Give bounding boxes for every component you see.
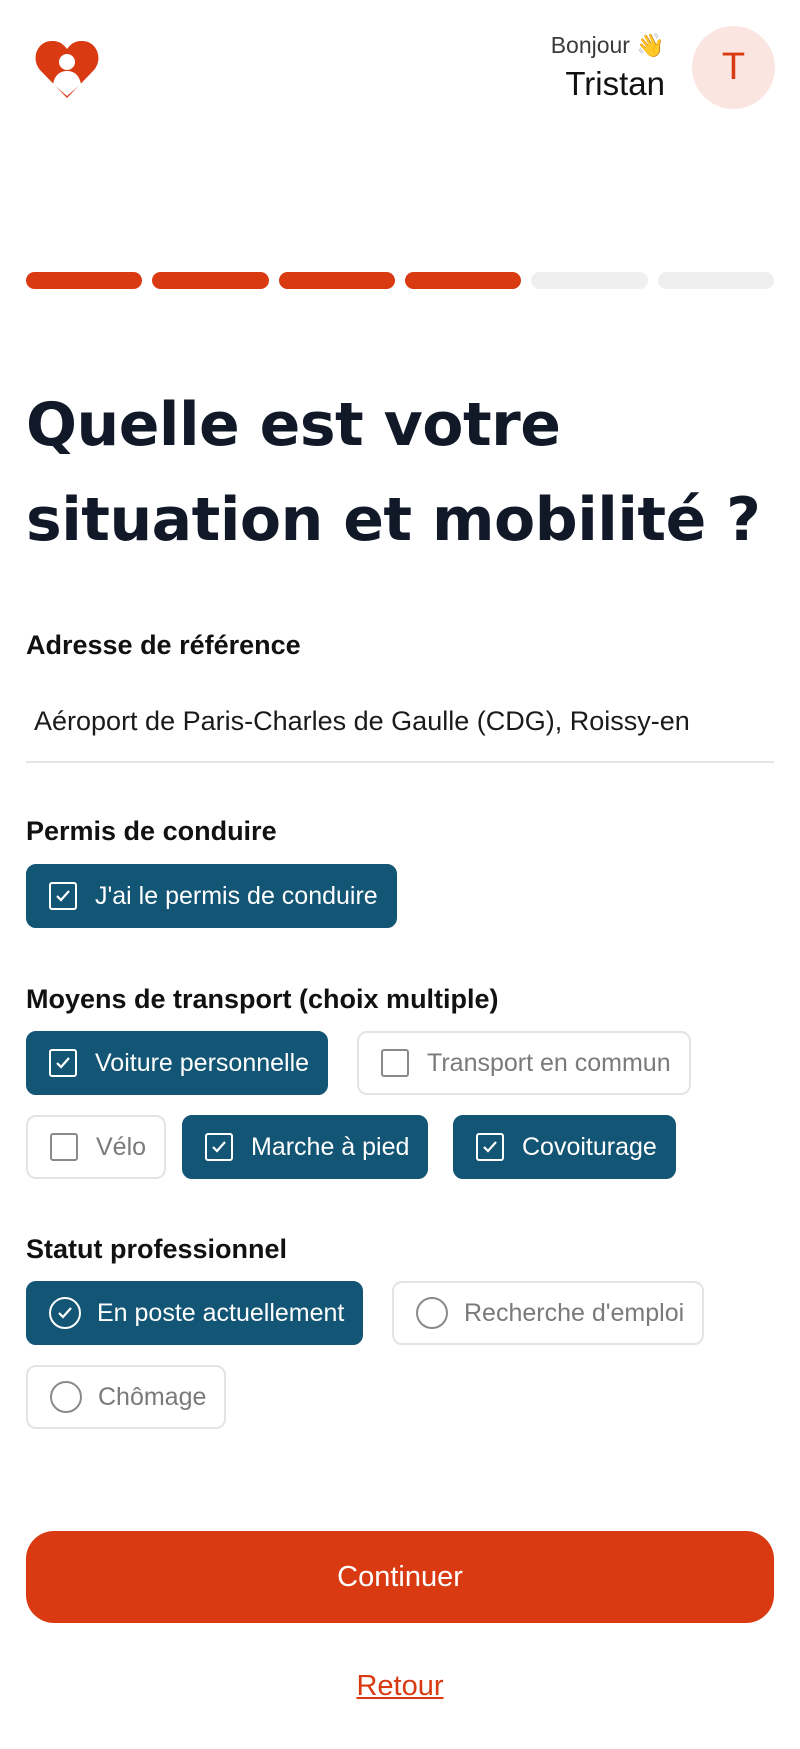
- continue-button[interactable]: Continuer: [26, 1531, 774, 1623]
- transport-option-bike[interactable]: Vélo: [26, 1115, 167, 1179]
- transport-option-label: Marche à pied: [251, 1132, 410, 1161]
- address-label: Adresse de référence: [26, 630, 301, 660]
- page-title: Quelle est votre situation et mobilité ?: [26, 390, 761, 555]
- step-progress: [26, 272, 774, 289]
- transport-option-car[interactable]: Voiture personnelle: [26, 1031, 329, 1095]
- transport-option-public[interactable]: Transport en commun: [357, 1031, 691, 1095]
- status-option-job-search[interactable]: Recherche d'emploi: [392, 1281, 705, 1345]
- progress-step-4: [404, 272, 522, 289]
- header: Bonjour 👋 Tristan T: [0, 0, 800, 130]
- transport-option-walk[interactable]: Marche à pied: [182, 1115, 429, 1179]
- avatar[interactable]: T: [692, 26, 775, 109]
- radio-checked-icon: [49, 1297, 81, 1329]
- status-option-label: En poste actuellement: [97, 1298, 345, 1327]
- progress-step-6: [657, 272, 774, 289]
- progress-step-3: [278, 272, 395, 289]
- transport-option-label: Transport en commun: [427, 1048, 671, 1077]
- checkbox-checked-icon: [49, 882, 77, 910]
- status-label: Statut professionnel: [26, 1234, 288, 1264]
- checkbox-unchecked-icon: [381, 1049, 409, 1077]
- checkbox-checked-icon: [49, 1049, 77, 1077]
- license-label: Permis de conduire: [26, 816, 277, 846]
- status-option-unemployed[interactable]: Chômage: [26, 1365, 227, 1429]
- checkbox-checked-icon: [205, 1133, 233, 1161]
- back-link[interactable]: Retour: [0, 1670, 800, 1703]
- license-option-label: J'ai le permis de conduire: [95, 881, 378, 910]
- greeting-text: Bonjour 👋: [550, 32, 665, 58]
- progress-step-5: [531, 272, 648, 289]
- checkbox-checked-icon: [476, 1133, 504, 1161]
- transport-option-label: Vélo: [96, 1132, 147, 1161]
- greeting: Bonjour 👋 Tristan: [551, 32, 665, 103]
- address-field[interactable]: Aéroport de Paris-Charles de Gaulle (CDG…: [26, 695, 774, 763]
- checkbox-unchecked-icon: [50, 1133, 78, 1161]
- license-checkbox[interactable]: J'ai le permis de conduire: [26, 864, 397, 928]
- transport-option-carpool[interactable]: Covoiturage: [453, 1115, 676, 1179]
- transport-option-label: Voiture personnelle: [95, 1048, 310, 1077]
- radio-unchecked-icon: [416, 1297, 448, 1329]
- heart-logo-icon[interactable]: [34, 38, 100, 100]
- progress-step-1: [26, 272, 143, 289]
- status-option-label: Recherche d'emploi: [464, 1298, 685, 1327]
- transport-label: Moyens de transport (choix multiple): [26, 984, 499, 1014]
- user-name: Tristan: [565, 65, 665, 102]
- radio-unchecked-icon: [50, 1381, 82, 1413]
- transport-option-label: Covoiturage: [522, 1132, 657, 1161]
- status-option-employed[interactable]: En poste actuellement: [26, 1281, 364, 1345]
- progress-step-2: [152, 272, 269, 289]
- status-option-label: Chômage: [98, 1382, 207, 1411]
